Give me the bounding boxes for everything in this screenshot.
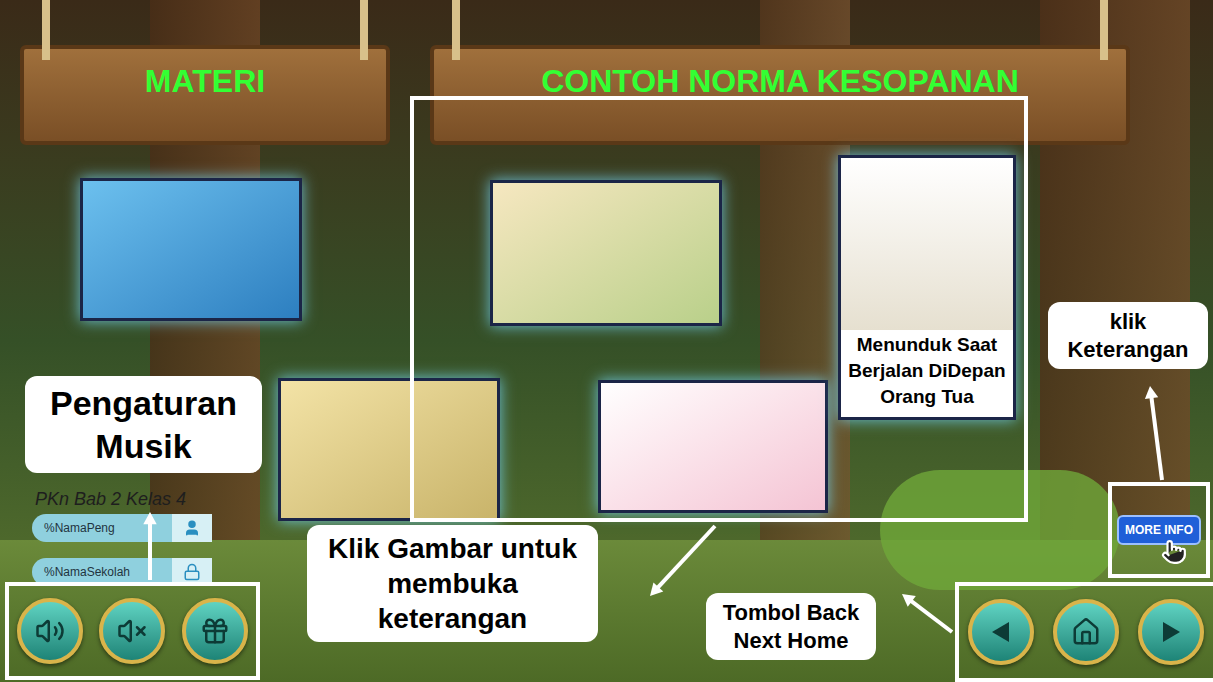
- home-icon: [1071, 617, 1101, 647]
- picture-card[interactable]: Menunduk Saat Berjalan DiDepan Orang Tua: [838, 155, 1016, 420]
- picture-card[interactable]: [598, 380, 828, 513]
- more-info-button[interactable]: MORE INFO: [1117, 515, 1201, 545]
- hand-pointer-icon: [1161, 539, 1187, 565]
- picture-card[interactable]: [490, 180, 722, 326]
- user-icon: [172, 514, 212, 542]
- next-triangle-icon: [1157, 618, 1185, 646]
- gift-icon: [200, 616, 230, 646]
- music-controls: [5, 582, 260, 680]
- sound-on-button[interactable]: [17, 598, 83, 664]
- gift-button[interactable]: [182, 598, 248, 664]
- arrow-to-picture-label: [650, 526, 715, 596]
- annotation-arrows: [0, 0, 1213, 682]
- home-button[interactable]: [1053, 599, 1119, 665]
- next-button[interactable]: [1138, 599, 1204, 665]
- annotation-label: Pengaturan Musik: [25, 376, 262, 473]
- back-triangle-icon: [987, 618, 1015, 646]
- mute-button[interactable]: [99, 598, 165, 664]
- wooden-sign: CONTOH NORMA KESOPANAN: [430, 45, 1130, 145]
- arrow-to-info-label: [1145, 386, 1162, 480]
- annotation-label: Klik Gambar untuk membuka keterangan: [307, 525, 598, 642]
- annotation-label: klik Keterangan: [1048, 302, 1208, 369]
- picture-caption: Menunduk Saat Berjalan DiDepan Orang Tua: [841, 330, 1013, 417]
- arrow-to-nav-label: [902, 594, 952, 632]
- navigation-controls: [955, 582, 1213, 682]
- highlight-frame: [410, 96, 1028, 522]
- picture-card[interactable]: [80, 178, 302, 321]
- mute-icon: [117, 616, 147, 646]
- more-info-frame: MORE INFO: [1108, 482, 1210, 578]
- picture-card[interactable]: [278, 378, 500, 521]
- arrow-to-music-label: [143, 512, 156, 580]
- game-screen: MATERI CONTOH NORMA KESOPANAN Menunduk Saa…: [0, 0, 1213, 682]
- annotation-label: Tombol Back Next Home: [706, 593, 876, 660]
- app-title: PKn Bab 2 Kelas 4: [35, 486, 186, 513]
- name-field[interactable]: %NamaPeng: [32, 514, 212, 542]
- speaker-icon: [35, 616, 65, 646]
- wooden-sign: MATERI: [20, 45, 390, 145]
- back-button[interactable]: [968, 599, 1034, 665]
- bush: [880, 470, 1120, 590]
